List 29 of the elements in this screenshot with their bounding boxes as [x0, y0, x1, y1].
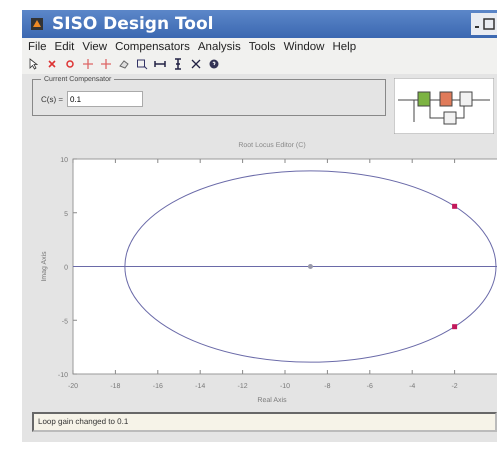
circle-icon[interactable]	[64, 58, 76, 70]
closed-loop-pole-marker[interactable]	[452, 324, 458, 330]
cross-icon[interactable]	[46, 58, 58, 70]
menu-item[interactable]: Help	[332, 41, 356, 53]
block-diagram-drawing[interactable]	[394, 78, 494, 134]
menu-item[interactable]: Compensators	[115, 41, 190, 53]
menu-item[interactable]: File	[28, 41, 47, 53]
help-icon[interactable]	[208, 58, 220, 70]
menu-item[interactable]: Tools	[248, 41, 276, 53]
zoom-box-icon[interactable]	[136, 58, 148, 70]
closed-loop-pole-marker[interactable]	[452, 204, 458, 209]
pointer-icon[interactable]	[28, 58, 40, 70]
menu-item[interactable]: Edit	[54, 41, 74, 53]
eraser-icon[interactable]	[118, 58, 130, 70]
open-loop-pole-marker	[308, 264, 313, 269]
plus-icon[interactable]	[82, 58, 94, 70]
horizontal-zoom-icon[interactable]	[154, 58, 166, 70]
app-icon	[30, 17, 44, 31]
maximize-icon[interactable]	[482, 16, 496, 32]
zoom-out-icon[interactable]	[190, 58, 202, 70]
status-text: Loop gain changed to 0.1	[38, 417, 128, 426]
compensator-label: C(s) =	[41, 94, 63, 104]
window-title: SISO Design Tool	[52, 14, 214, 34]
menu-item[interactable]: Window	[284, 41, 324, 53]
plus-icon[interactable]	[100, 58, 112, 70]
vertical-zoom-icon[interactable]	[172, 58, 184, 70]
menu-item[interactable]: Analysis	[198, 41, 241, 53]
compensator-input[interactable]: 0.1	[67, 91, 143, 107]
menu-item[interactable]: View	[82, 41, 108, 53]
